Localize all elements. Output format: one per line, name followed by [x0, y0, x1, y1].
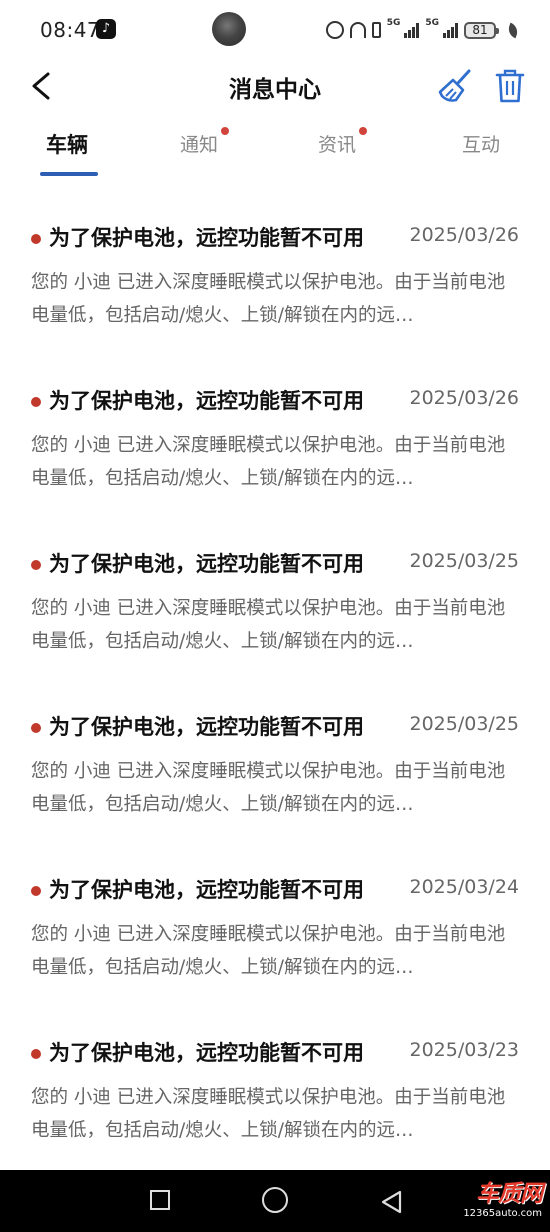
list-item[interactable]: 为了保护电池，远控功能暂不可用 2025/03/25 您的 小迪 已进入深度睡眠…	[0, 516, 550, 666]
message-body: 您的 小迪 已进入深度睡眠模式以保护电池。由于当前电池电量低，包括启动/熄火、上…	[31, 598, 506, 652]
tab-news[interactable]: 资讯	[318, 127, 368, 157]
tab-label: 通知	[180, 134, 219, 156]
tiktok-icon: ♪	[96, 19, 116, 39]
message-date: 2025/03/25	[409, 550, 519, 572]
list-item[interactable]: 为了保护电池，远控功能暂不可用 2025/03/26 您的 小迪 已进入深度睡眠…	[0, 353, 550, 503]
message-date: 2025/03/26	[409, 224, 519, 246]
back-nav-icon[interactable]	[378, 1188, 406, 1216]
signal-icon-2	[443, 22, 458, 38]
tab-label: 车辆	[46, 133, 88, 157]
leaf-icon	[506, 22, 520, 38]
list-item[interactable]: 为了保护电池，远控功能暂不可用 2025/03/23 您的 小迪 已进入深度睡眠…	[0, 1005, 550, 1155]
recent-apps-icon[interactable]	[150, 1190, 170, 1210]
vibrate-icon	[371, 22, 381, 38]
watermark-url: 12365auto.com	[463, 1208, 542, 1219]
status-bar: 08:47 ♪ 5G 5G 81	[0, 0, 550, 60]
message-title: 为了保护电池，远控功能暂不可用	[49, 226, 364, 250]
message-body: 您的 小迪 已进入深度睡眠模式以保护电池。由于当前电池电量低，包括启动/熄火、上…	[31, 924, 506, 978]
message-body: 您的 小迪 已进入深度睡眠模式以保护电池。由于当前电池电量低，包括启动/熄火、上…	[31, 435, 506, 489]
message-body: 您的 小迪 已进入深度睡眠模式以保护电池。由于当前电池电量低，包括启动/熄火、上…	[31, 1087, 506, 1141]
tab-interaction[interactable]: 互动	[462, 130, 500, 157]
message-title: 为了保护电池，远控功能暂不可用	[49, 389, 364, 413]
message-date: 2025/03/23	[409, 1039, 519, 1061]
broom-icon	[438, 69, 471, 102]
tab-label: 互动	[462, 134, 501, 156]
clear-all-button[interactable]	[436, 66, 476, 106]
unread-dot	[31, 886, 41, 896]
message-title: 为了保护电池，远控功能暂不可用	[49, 552, 364, 576]
message-body: 您的 小迪 已进入深度睡眠模式以保护电池。由于当前电池电量低，包括启动/熄火、上…	[31, 272, 506, 326]
home-icon[interactable]	[262, 1187, 288, 1213]
message-title: 为了保护电池，远控功能暂不可用	[49, 1041, 364, 1065]
unread-dot	[359, 127, 368, 135]
unread-dot	[31, 723, 41, 733]
status-time: 08:47	[40, 18, 101, 42]
unread-dot	[31, 397, 41, 407]
message-body: 您的 小迪 已进入深度睡眠模式以保护电池。由于当前电池电量低，包括启动/熄火、上…	[31, 761, 506, 815]
network-label: 5G	[386, 18, 401, 28]
unread-dot	[31, 1049, 41, 1059]
alarm-icon	[325, 21, 344, 39]
delete-button[interactable]	[492, 66, 528, 106]
battery-icon: 81	[464, 21, 499, 39]
unread-dot	[221, 127, 230, 135]
message-date: 2025/03/26	[409, 387, 519, 409]
message-date: 2025/03/24	[409, 876, 519, 898]
tab-bar: 车辆 通知 资讯 互动	[0, 118, 550, 180]
tab-label: 资讯	[318, 134, 357, 156]
trash-icon	[495, 69, 525, 103]
tab-notifications[interactable]: 通知	[180, 127, 230, 157]
watermark-logo: 车质网	[476, 1181, 543, 1207]
tab-vehicle[interactable]: 车辆	[46, 129, 88, 159]
watermark: 车质网 12365auto.com	[456, 1174, 544, 1228]
header: 消息中心	[0, 60, 550, 116]
status-icons: 5G 5G 81	[325, 18, 520, 42]
list-item[interactable]: 为了保护电池，远控功能暂不可用 2025/03/25 您的 小迪 已进入深度睡眠…	[0, 679, 550, 829]
headset-icon	[349, 22, 366, 38]
list-item[interactable]: 为了保护电池，远控功能暂不可用 2025/03/26 您的 小迪 已进入深度睡眠…	[0, 190, 550, 340]
avatar	[212, 12, 246, 46]
unread-dot	[31, 560, 41, 570]
system-nav-bar: 车质网 12365auto.com	[0, 1170, 550, 1232]
message-title: 为了保护电池，远控功能暂不可用	[49, 878, 364, 902]
tab-indicator	[40, 172, 98, 176]
message-title: 为了保护电池，远控功能暂不可用	[49, 715, 364, 739]
signal-icon	[404, 22, 420, 38]
list-item[interactable]: 为了保护电池，远控功能暂不可用 2025/03/24 您的 小迪 已进入深度睡眠…	[0, 842, 550, 992]
network-label-2: 5G	[425, 18, 439, 28]
message-date: 2025/03/25	[409, 713, 519, 735]
unread-dot	[31, 234, 41, 244]
